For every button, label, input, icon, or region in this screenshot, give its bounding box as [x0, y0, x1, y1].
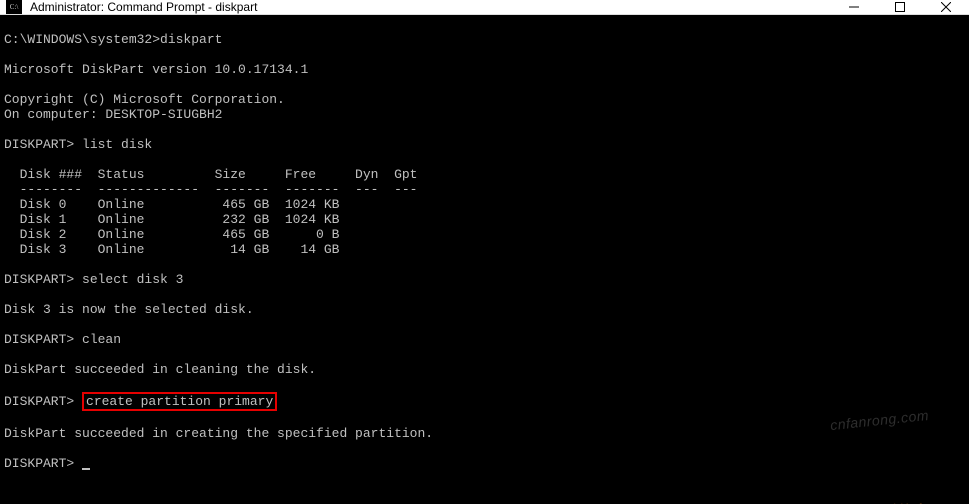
term-line: DiskPart succeeded in cleaning the disk. [4, 362, 316, 377]
prompt-prefix: DISKPART> [4, 394, 82, 409]
term-line: DISKPART> list disk [4, 137, 152, 152]
term-line: Copyright (C) Microsoft Corporation. [4, 92, 285, 107]
maximize-button[interactable] [877, 0, 923, 14]
term-line: Microsoft DiskPart version 10.0.17134.1 [4, 62, 308, 77]
prompt-current: DISKPART> [4, 456, 82, 471]
close-button[interactable] [923, 0, 969, 14]
terminal-output[interactable]: C:\WINDOWS\system32>diskpart Microsoft D… [0, 15, 969, 504]
term-line: DISKPART> clean [4, 332, 121, 347]
disk-table-divider: -------- ------------- ------- ------- -… [4, 182, 417, 197]
minimize-button[interactable] [831, 0, 877, 14]
term-line: Disk 3 is now the selected disk. [4, 302, 254, 317]
term-line: C:\WINDOWS\system32>diskpart [4, 32, 222, 47]
term-line: DISKPART> select disk 3 [4, 272, 183, 287]
disk-row: Disk 3 Online 14 GB 14 GB [4, 242, 339, 257]
disk-table-header: Disk ### Status Size Free Dyn Gpt [4, 167, 417, 182]
disk-row: Disk 1 Online 232 GB 1024 KB [4, 212, 339, 227]
command-prompt-window: Administrator: Command Prompt - diskpart… [0, 0, 969, 504]
term-line: DiskPart succeeded in creating the speci… [4, 426, 433, 441]
term-line: On computer: DESKTOP-SIUGBH2 [4, 107, 222, 122]
titlebar[interactable]: Administrator: Command Prompt - diskpart [0, 0, 969, 15]
disk-row: Disk 0 Online 465 GB 1024 KB [4, 197, 339, 212]
window-title: Administrator: Command Prompt - diskpart [30, 0, 257, 14]
window-controls [831, 0, 969, 14]
cursor [82, 468, 90, 470]
disk-row: Disk 2 Online 465 GB 0 B [4, 227, 339, 242]
watermark-url: cnfanrong.com [829, 408, 929, 433]
cmd-icon [6, 0, 22, 14]
highlighted-command: create partition primary [82, 392, 277, 411]
